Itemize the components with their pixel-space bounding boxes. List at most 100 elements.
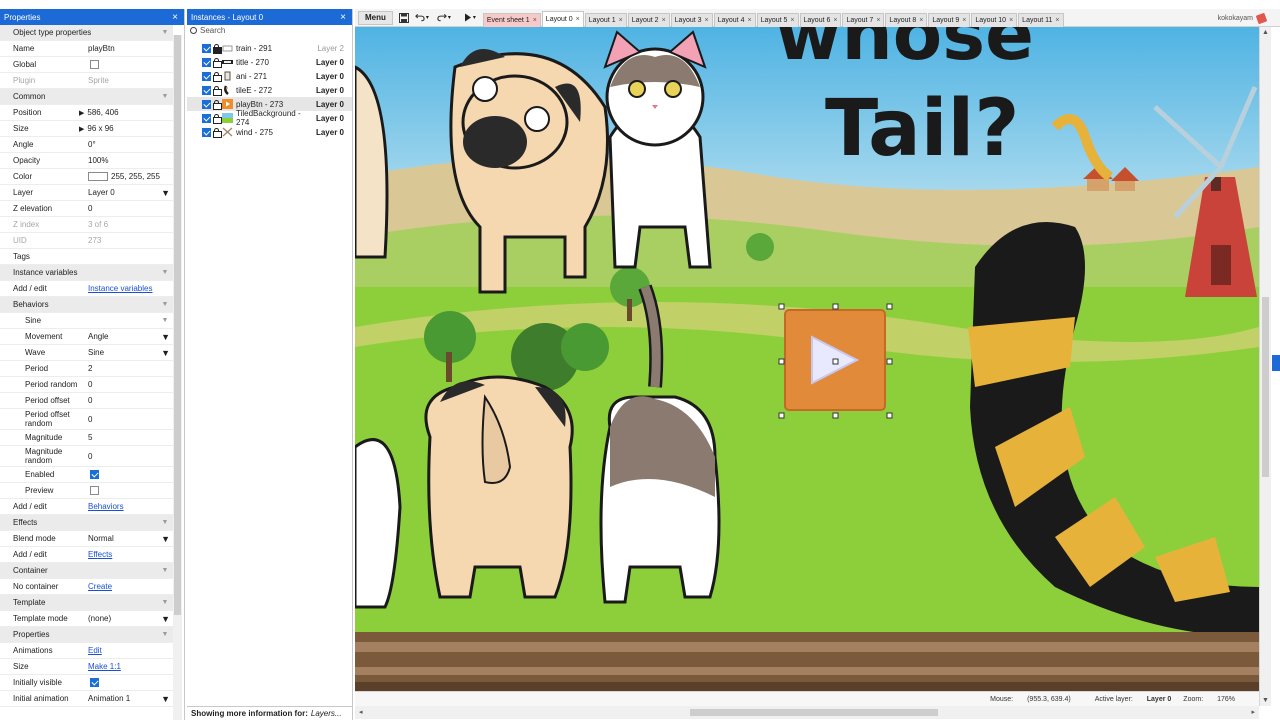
section-label[interactable]: Template — [0, 598, 160, 607]
property-value[interactable]: 0 — [88, 380, 92, 389]
link[interactable]: Behaviors — [88, 502, 124, 511]
close-icon[interactable]: × — [1009, 17, 1013, 24]
tab-label[interactable]: Layout 10 — [975, 17, 1006, 24]
lock-icon[interactable] — [213, 72, 222, 82]
property-value[interactable]: 0 — [88, 415, 92, 424]
dropdown[interactable]: Layer 0 ▼ — [88, 188, 173, 198]
property-movement[interactable]: Movement Angle ▼ — [0, 329, 173, 345]
instance-row[interactable]: TiledBackground - 274 Layer 0 — [187, 109, 352, 127]
property-magnitude[interactable]: Magnitude 5 — [0, 430, 173, 446]
expand-icon[interactable]: ▶ — [79, 125, 84, 133]
property-angle[interactable]: Angle 0° — [0, 137, 173, 153]
property-name[interactable]: Name playBtn — [0, 41, 173, 57]
property-size[interactable]: Size ▶ 96 x 96 — [0, 121, 173, 137]
property-value[interactable]: 2 — [88, 364, 92, 373]
dropdown[interactable]: Angle ▼ — [88, 332, 173, 342]
section-sine[interactable]: Sine ▼ — [0, 313, 173, 329]
property-value-cell[interactable]: 100% — [86, 153, 173, 168]
property-period-offset-random[interactable]: Period offset random 0 — [0, 409, 173, 430]
visibility-checkbox[interactable] — [202, 71, 211, 81]
dropdown[interactable]: Normal ▼ — [88, 534, 173, 544]
tab-label[interactable]: Layout 6 — [804, 17, 831, 24]
instances-search[interactable]: Search — [187, 25, 352, 36]
collapse-icon[interactable]: ▼ — [160, 519, 170, 526]
instance-name[interactable]: playBtn - 273 — [236, 100, 312, 109]
lock-icon[interactable] — [213, 128, 222, 138]
tab-label[interactable]: Layout 9 — [932, 17, 959, 24]
property-template-mode[interactable]: Template mode (none) ▼ — [0, 611, 173, 627]
property-value-cell[interactable] — [86, 483, 173, 498]
property-layer[interactable]: Layer Layer 0 ▼ — [0, 185, 173, 201]
lock-icon[interactable] — [213, 114, 222, 124]
close-icon[interactable]: × — [833, 17, 837, 24]
tab-layout-2[interactable]: Layout 2 × — [627, 12, 670, 27]
close-icon[interactable]: × — [619, 17, 623, 24]
section-object-type-properties[interactable]: Object type properties ▼ — [0, 25, 173, 41]
lock-icon[interactable] — [213, 86, 222, 96]
collapse-icon[interactable]: ▼ — [160, 29, 170, 36]
visibility-checkbox[interactable] — [202, 43, 211, 53]
dropdown[interactable]: Animation 1 ▼ — [88, 694, 173, 704]
property-value-cell[interactable] — [86, 249, 173, 264]
chevron-down-icon[interactable]: ▼ — [161, 332, 170, 342]
section-label[interactable]: Behaviors — [0, 300, 160, 309]
dropdown-value[interactable]: Layer 0 — [88, 188, 115, 197]
collapse-icon[interactable]: ▼ — [160, 317, 170, 324]
property-no-container[interactable]: No container Create — [0, 579, 173, 595]
lock-icon[interactable] — [213, 100, 222, 110]
dropdown-value[interactable]: Angle — [88, 332, 108, 341]
property-blend-mode[interactable]: Blend mode Normal ▼ — [0, 531, 173, 547]
property-preview[interactable]: Preview — [0, 483, 173, 499]
collapse-icon[interactable]: ▼ — [160, 269, 170, 276]
property-value[interactable]: 96 x 96 — [87, 124, 113, 133]
collapse-icon[interactable]: ▼ — [160, 93, 170, 100]
property-add-edit[interactable]: Add / edit Instance variables — [0, 281, 173, 297]
canvas-vertical-scrollbar[interactable]: ▲ ▼ — [1259, 27, 1271, 706]
tab-layout-6[interactable]: Layout 6 × — [799, 12, 842, 27]
section-properties[interactable]: Properties ▼ — [0, 627, 173, 643]
property-value-cell[interactable]: Effects — [86, 547, 173, 562]
property-initial-animation[interactable]: Initial animation Animation 1 ▼ — [0, 691, 173, 707]
tab-layout-3[interactable]: Layout 3 × — [670, 12, 713, 27]
property-z-elevation[interactable]: Z elevation 0 — [0, 201, 173, 217]
property-period-offset[interactable]: Period offset 0 — [0, 393, 173, 409]
tab-layout-4[interactable]: Layout 4 × — [713, 12, 756, 27]
property-value-cell[interactable]: ▶ 96 x 96 — [79, 121, 173, 136]
instance-name[interactable]: train - 291 — [236, 44, 312, 53]
expand-icon[interactable]: ▶ — [79, 109, 84, 117]
dropdown-value[interactable]: (none) — [88, 614, 111, 623]
scroll-up-icon[interactable]: ▲ — [1262, 29, 1269, 36]
user-account[interactable]: kokokayam — [1218, 9, 1268, 27]
property-value-cell[interactable]: (none) ▼ — [86, 611, 173, 626]
chevron-down-icon[interactable]: ▼ — [161, 534, 170, 544]
property-value-cell[interactable]: 0 — [86, 377, 173, 392]
property-magnitude-random[interactable]: Magnitude random 0 — [0, 446, 173, 467]
instance-row[interactable]: tileE - 272 Layer 0 — [187, 83, 352, 97]
lock-icon[interactable] — [213, 44, 222, 54]
property-value[interactable]: 0 — [88, 452, 92, 461]
side-panel-tab[interactable] — [1272, 355, 1280, 371]
section-common[interactable]: Common ▼ — [0, 89, 173, 105]
footer-value[interactable]: Layers... — [311, 709, 342, 718]
property-position[interactable]: Position ▶ 586, 406 — [0, 105, 173, 121]
instance-name[interactable]: wind - 275 — [236, 128, 312, 137]
property-period-random[interactable]: Period random 0 — [0, 377, 173, 393]
property-value[interactable]: 586, 406 — [87, 108, 118, 117]
property-enabled[interactable]: Enabled — [0, 467, 173, 483]
link[interactable]: Edit — [88, 646, 102, 655]
save-icon[interactable] — [397, 11, 411, 25]
tab-label[interactable]: Layout 7 — [846, 17, 873, 24]
checkbox[interactable] — [90, 486, 99, 495]
color-value[interactable]: 255, 255, 255 — [111, 172, 160, 181]
property-tags[interactable]: Tags — [0, 249, 173, 265]
property-value-cell[interactable]: 2 — [86, 361, 173, 376]
property-value-cell[interactable]: 0 — [86, 409, 173, 429]
instance-name[interactable]: ani - 271 — [236, 72, 312, 81]
dropdown-value[interactable]: Sine — [88, 348, 104, 357]
property-value-cell[interactable] — [86, 467, 173, 482]
property-value-cell[interactable]: 0° — [86, 137, 173, 152]
dropdown[interactable]: (none) ▼ — [88, 614, 173, 624]
property-value[interactable]: 100% — [88, 156, 108, 165]
instance-row[interactable]: title - 270 Layer 0 — [187, 55, 352, 69]
property-value-cell[interactable]: 255, 255, 255 — [86, 169, 173, 184]
